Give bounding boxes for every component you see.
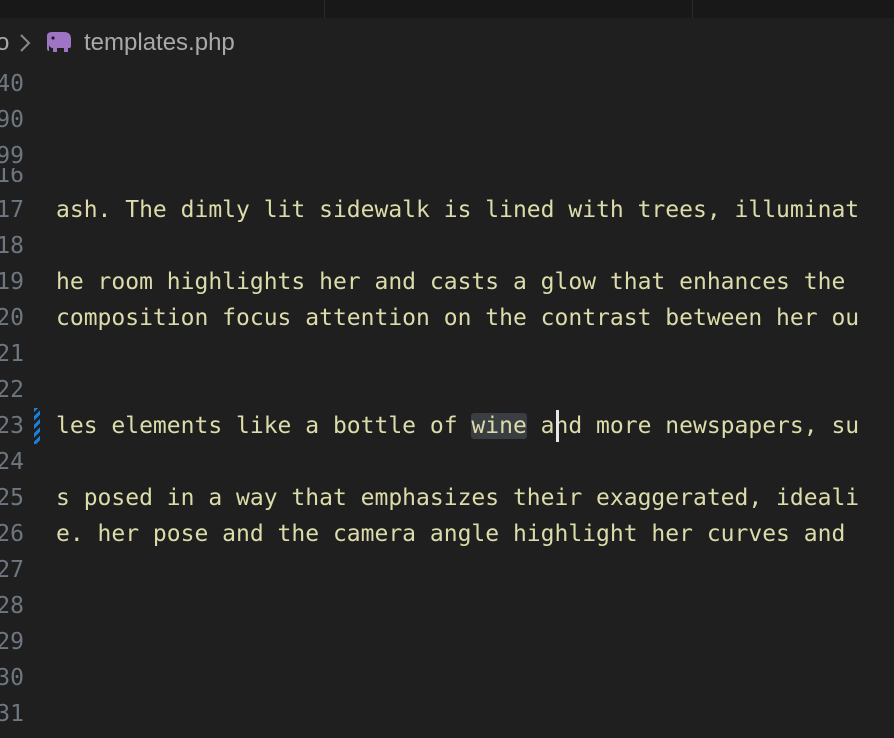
line-number: 24	[0, 449, 24, 475]
code-line[interactable]: he room highlights her and casts a glow …	[56, 264, 845, 300]
line-number: 29	[0, 629, 24, 655]
tab-separator	[324, 0, 325, 18]
line-number: 40	[0, 71, 24, 97]
code-line[interactable]: e. her pose and the camera angle highlig…	[56, 516, 845, 552]
code-editor[interactable]: 40 90 99 16 17 18 19 20 21 22 23 24 25 2…	[0, 64, 894, 738]
line-number: 19	[0, 269, 24, 295]
line-number: 28	[0, 593, 24, 619]
text-cursor	[556, 410, 559, 442]
line-number: 26	[0, 521, 24, 547]
tab-separator	[692, 0, 693, 18]
php-elephant-icon	[47, 32, 71, 52]
selected-word[interactable]: wine	[471, 413, 527, 439]
line-number: 31	[0, 701, 24, 727]
code-line[interactable]: ash. The dimly lit sidewalk is lined wit…	[56, 192, 859, 228]
breadcrumb-item-file[interactable]: templates.php	[84, 28, 235, 58]
tab-bar	[0, 0, 894, 18]
code-text: les elements like a bottle of	[56, 413, 472, 439]
code-text: and more newspapers, su	[526, 413, 860, 439]
line-number-gutter: 40 90 99 16 17 18 19 20 21 22 23 24 25 2…	[0, 64, 40, 738]
breadcrumb-item-parent[interactable]: o	[0, 28, 9, 58]
line-number: 30	[0, 665, 24, 691]
code-line-active[interactable]: les elements like a bottle of wine and m…	[56, 408, 859, 444]
line-number: 17	[0, 197, 24, 223]
line-number: 18	[0, 233, 24, 259]
chevron-right-icon	[20, 34, 31, 52]
modified-line-marker[interactable]	[34, 408, 40, 444]
line-number: 25	[0, 485, 24, 511]
line-number: 23	[0, 413, 24, 439]
line-number: 90	[0, 107, 24, 133]
code-line[interactable]: s posed in a way that emphasizes their e…	[56, 480, 859, 516]
code-line[interactable]: composition focus attention on the contr…	[56, 300, 859, 336]
line-number: 27	[0, 557, 24, 583]
line-number: 22	[0, 377, 24, 403]
line-number: 21	[0, 341, 24, 367]
line-number: 20	[0, 305, 24, 331]
line-number: 16	[0, 168, 24, 182]
